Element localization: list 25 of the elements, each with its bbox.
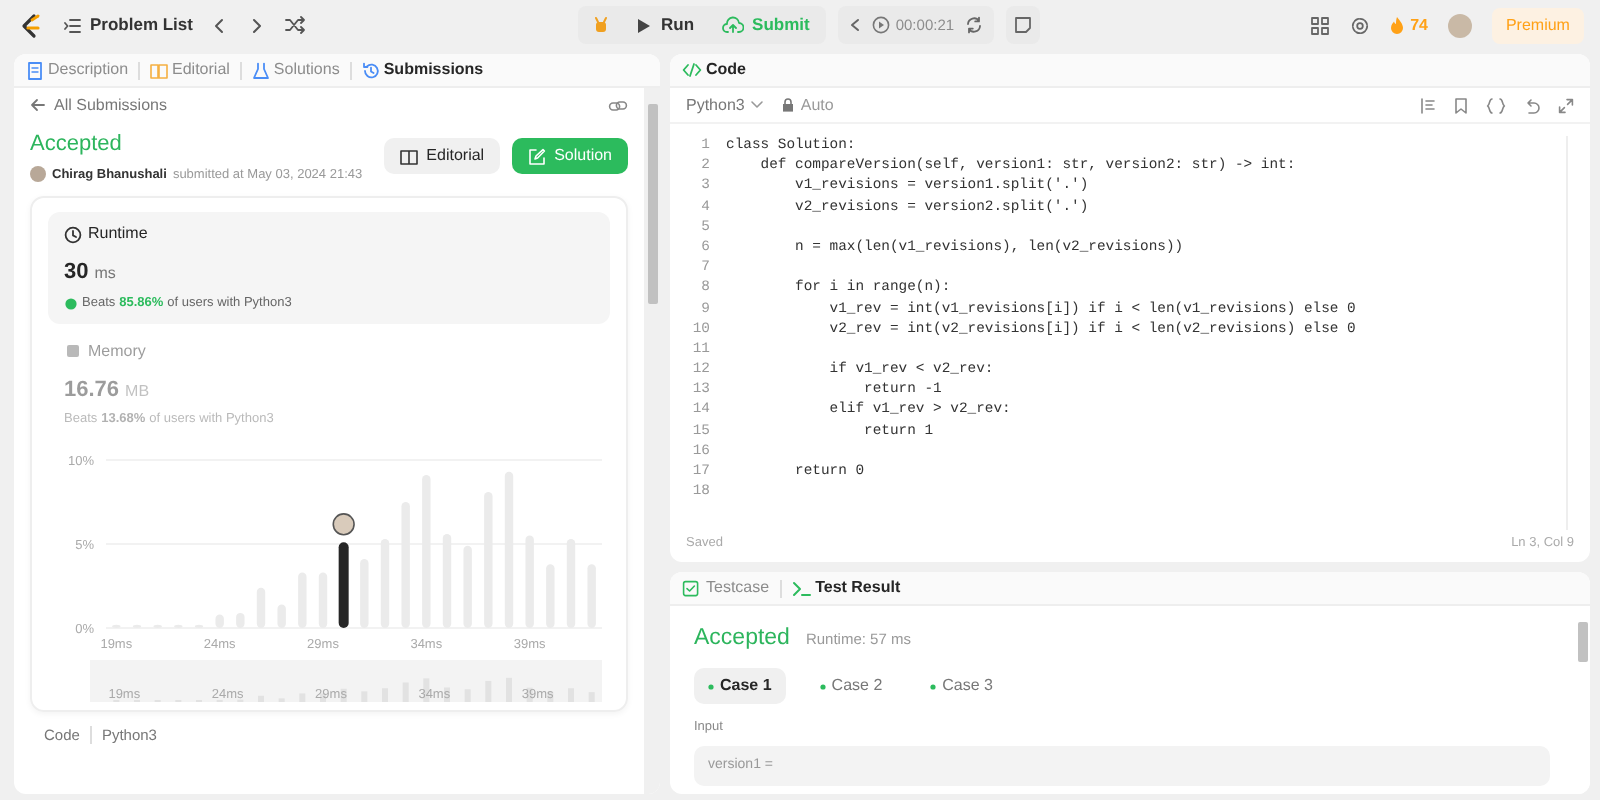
result-status: Accepted — [694, 624, 790, 654]
panel-tab[interactable]: Editorial — [150, 58, 230, 82]
stat-label: Runtime — [88, 222, 148, 247]
language-dropdown[interactable]: Python3 — [686, 93, 765, 117]
panel-tab[interactable]: Submissions — [361, 58, 484, 82]
code-tab[interactable]: Code — [682, 58, 746, 82]
stat-value: 30 — [64, 258, 89, 289]
panel-tab[interactable]: Solutions — [251, 58, 340, 82]
panel-tab[interactable]: Testcase — [682, 576, 770, 600]
stat-unit: MB — [125, 379, 150, 403]
case-tab[interactable]: Case 3 — [916, 668, 1008, 705]
submission-status: Accepted — [30, 130, 124, 160]
stat-label: Memory — [88, 339, 146, 363]
stat-unit: ms — [94, 262, 116, 287]
solution-button[interactable]: Solution — [512, 138, 628, 175]
case-tab[interactable]: Case 2 — [805, 668, 897, 705]
back-link[interactable]: All Submissions — [30, 93, 167, 117]
editorial-button[interactable]: Editorial — [384, 138, 501, 175]
stat-value: 16.76 — [64, 375, 120, 405]
mode-selector[interactable]: Auto — [782, 93, 834, 117]
problem-list-button[interactable]: Problem List — [64, 12, 193, 38]
panel-tab[interactable]: Description — [26, 58, 129, 82]
case-tab[interactable]: Case 1 — [694, 668, 786, 705]
panel-tab[interactable]: Test Result — [791, 576, 901, 600]
run-button[interactable]: Run — [627, 12, 703, 38]
